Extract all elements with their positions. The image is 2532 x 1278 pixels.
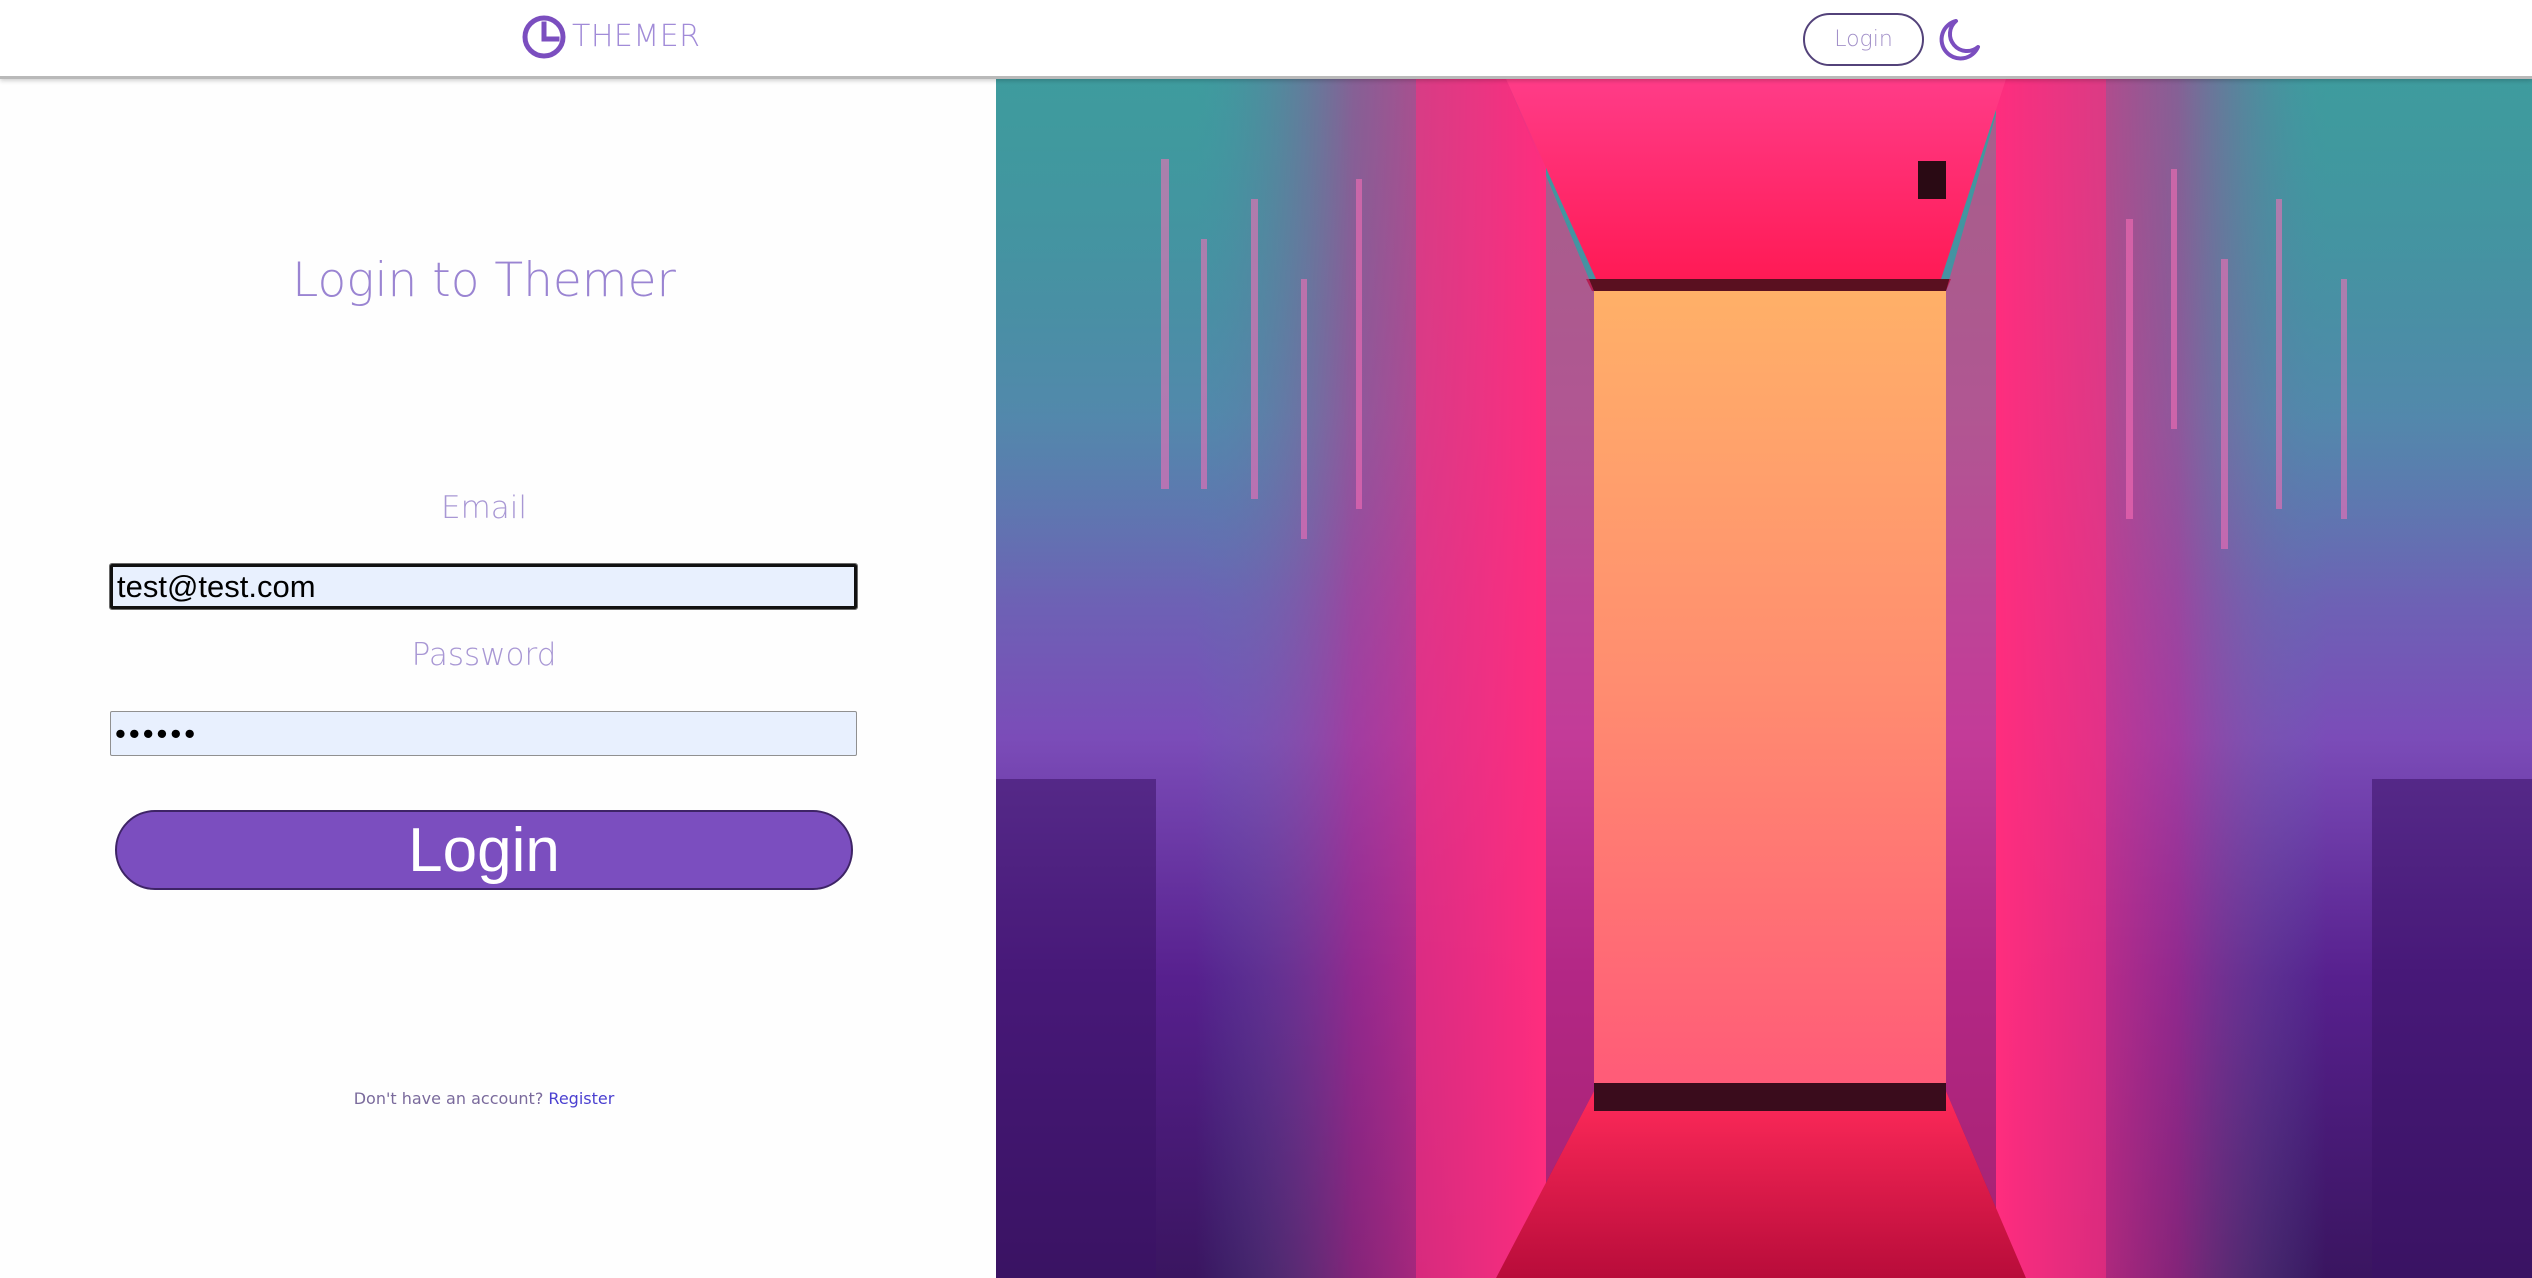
register-link[interactable]: Register: [548, 1089, 614, 1108]
theme-toggle-button[interactable]: [1936, 17, 1982, 63]
hero-image: [996, 79, 2532, 1278]
register-prompt-text: Don't have an account?: [353, 1089, 544, 1108]
password-label: Password: [411, 637, 557, 673]
brand-name: THEMER: [572, 19, 701, 54]
login-panel: Login to Themer Email Password Login Don…: [0, 82, 996, 1278]
register-prompt: Don't have an account? Register: [0, 1089, 968, 1108]
email-field[interactable]: [109, 563, 858, 610]
neon-corridor-illustration: [996, 79, 2532, 1278]
top-navigation-bar: THEMER Login: [0, 0, 2532, 79]
email-label: Email: [440, 490, 527, 526]
brand-logo[interactable]: THEMER: [522, 13, 701, 61]
moon-icon: [1939, 19, 1980, 61]
pie-chart-logo-icon: [522, 15, 566, 59]
login-submit-button[interactable]: Login: [115, 810, 853, 890]
password-field[interactable]: [110, 711, 857, 756]
header-login-button[interactable]: Login: [1803, 13, 1924, 66]
page-title: Login to Themer: [292, 253, 676, 308]
